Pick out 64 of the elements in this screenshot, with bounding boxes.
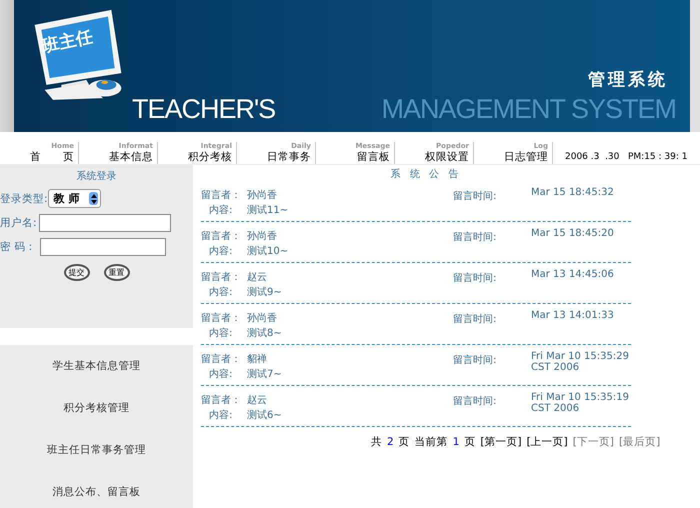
message-time: Mar 13 14:01:33 xyxy=(531,310,615,321)
screen-text: 班主任 xyxy=(40,26,95,58)
author-label: 留言者： xyxy=(201,230,242,242)
message-content: 测试9~ xyxy=(247,286,282,298)
content-label: 内容: xyxy=(209,286,234,298)
author-label: 留言者： xyxy=(201,188,242,202)
message-content: 测试11~ xyxy=(247,204,288,216)
message-time: Mar 13 14:45:06 xyxy=(531,269,615,280)
pager-text: 共 xyxy=(371,435,382,449)
content-label: 内容: xyxy=(209,204,234,216)
message-content: 测试7~ xyxy=(247,368,282,380)
panel-title: 系统登录 xyxy=(76,170,116,183)
system-title: 管理系统 xyxy=(588,69,668,91)
content-label: 内容: xyxy=(209,244,234,258)
system-subtitle: MANAGEMENT SYSTEM xyxy=(381,94,676,125)
time-label: 留言时间: xyxy=(453,190,498,203)
field-label: 密 码 : xyxy=(0,240,32,254)
time-label: 留言时间: xyxy=(453,272,498,285)
time-label: 留言时间: xyxy=(453,354,498,367)
password-field[interactable] xyxy=(40,238,166,256)
author-name: 孙尚香 xyxy=(247,312,277,324)
stepper-icon xyxy=(89,192,98,205)
author-name: 孙尚香 xyxy=(247,230,277,242)
message-time: Fri Mar 10 15:35:29 CST 2006 xyxy=(531,351,630,373)
time-label: 留言时间: xyxy=(453,394,498,408)
form-button[interactable]: 重置 xyxy=(104,264,130,281)
content-label: 内容: xyxy=(209,326,234,340)
author-label: 留言者： xyxy=(201,352,242,366)
message-content: 测试8~ xyxy=(247,326,282,340)
author-label: 留言者： xyxy=(201,312,242,324)
date-time: 2006 .3 .30 PM:15 : 39: 1 xyxy=(565,152,688,162)
pager-link[interactable]: [第一页] xyxy=(480,435,522,449)
brand-title: TEACHER'S xyxy=(132,94,276,125)
pager-text: 页 xyxy=(464,435,476,449)
form-button[interactable]: 提交 xyxy=(64,264,90,281)
author-name: 赵云 xyxy=(247,394,267,406)
sidebar-item[interactable]: 消息公布、留言板 xyxy=(52,485,140,499)
author-label: 留言者： xyxy=(201,394,242,406)
author-label: 留言者： xyxy=(201,270,242,284)
pager-text: 页 xyxy=(398,435,410,449)
username-field[interactable] xyxy=(38,214,171,232)
section-title: 系 统 公 告 xyxy=(390,168,462,181)
sidebar-item[interactable]: 积分考核管理 xyxy=(64,401,130,415)
message-time: Mar 15 18:45:32 xyxy=(531,187,615,198)
message-time: Mar 15 18:45:20 xyxy=(531,228,615,239)
content-label: 内容: xyxy=(209,368,234,380)
pager-text: 当前第 xyxy=(414,435,448,449)
pager-link[interactable]: [上一页] xyxy=(526,435,568,449)
time-label: 留言时间: xyxy=(453,312,498,326)
author-name: 貂禅 xyxy=(247,352,267,366)
field-label: 登录类型: xyxy=(0,192,48,206)
message-content: 测试6~ xyxy=(247,408,282,422)
page-number: 1 xyxy=(452,436,460,448)
author-name: 孙尚香 xyxy=(247,188,277,202)
time-label: 留言时间: xyxy=(453,230,498,244)
message-content: 测试10~ xyxy=(247,244,288,258)
message-time: Fri Mar 10 15:35:19 CST 2006 xyxy=(531,392,630,414)
field-label: 用户名: xyxy=(0,216,37,230)
content-label: 内容: xyxy=(209,408,234,422)
page-number: 2 xyxy=(387,436,394,448)
sidebar-item[interactable]: 学生基本信息管理 xyxy=(52,359,140,373)
author-name: 赵云 xyxy=(247,270,267,284)
sidebar-item[interactable]: 班主任日常事务管理 xyxy=(47,443,146,457)
login-type-select[interactable]: 教 师 xyxy=(48,189,102,208)
